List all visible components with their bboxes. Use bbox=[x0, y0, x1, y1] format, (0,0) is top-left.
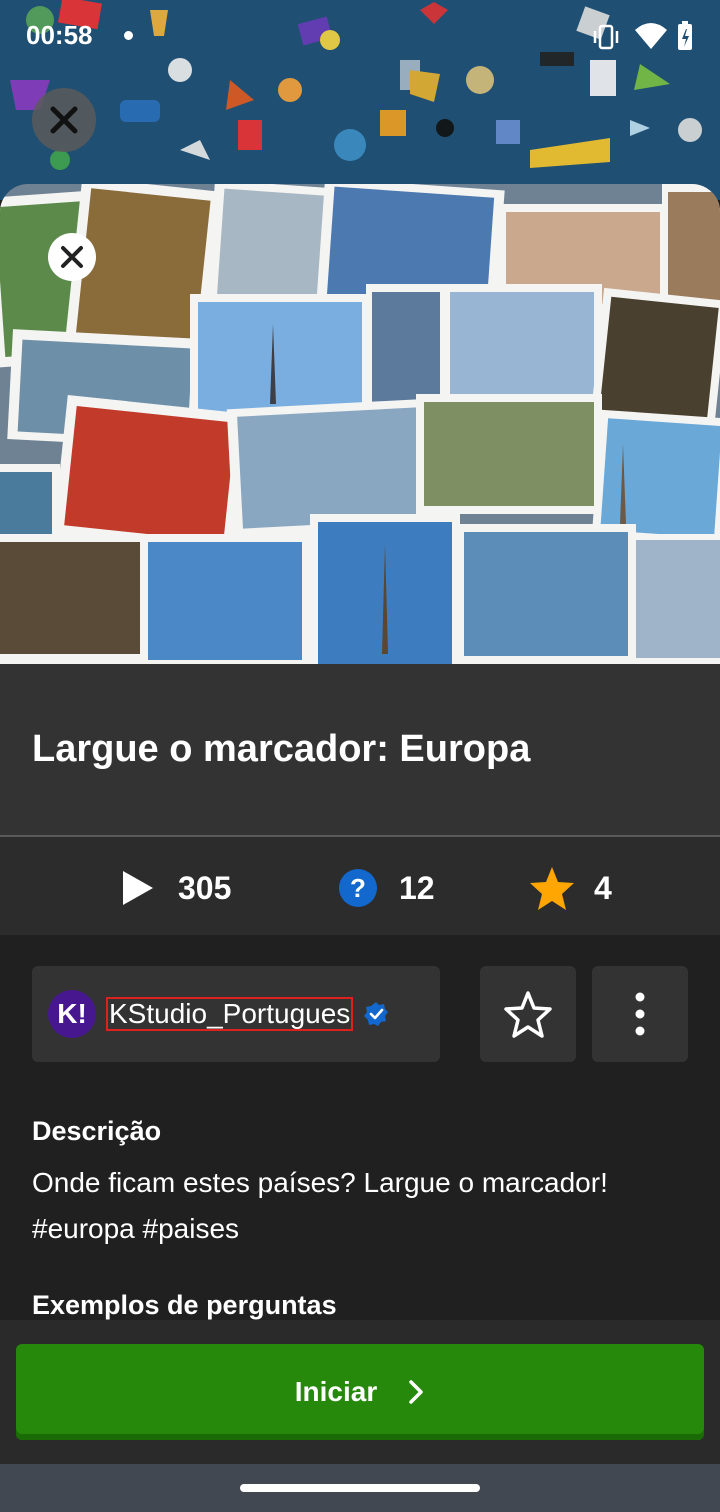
start-button[interactable]: Iniciar bbox=[16, 1344, 704, 1440]
vibrate-icon bbox=[593, 24, 619, 50]
plays-stat: 305 bbox=[120, 868, 231, 908]
plays-count: 305 bbox=[178, 869, 232, 906]
favorite-button[interactable] bbox=[480, 966, 576, 1062]
chevron-right-icon bbox=[409, 1380, 423, 1404]
wifi-icon bbox=[635, 23, 667, 49]
favorites-count: 4 bbox=[594, 869, 612, 906]
more-vertical-icon bbox=[635, 992, 645, 1036]
status-time: 00:58 bbox=[26, 20, 93, 50]
avatar: K! bbox=[48, 990, 96, 1038]
author-name: KStudio_Portugues bbox=[105, 997, 354, 1031]
paris-photo-collage bbox=[0, 184, 720, 664]
favorites-stat: 4 bbox=[528, 867, 612, 910]
battery-icon bbox=[678, 21, 692, 50]
close-button[interactable] bbox=[32, 88, 96, 152]
quiz-title: Largue o marcador: Europa bbox=[32, 728, 531, 770]
status-bar: 00:58 bbox=[0, 0, 720, 72]
home-gesture-handle[interactable] bbox=[240, 1484, 480, 1492]
more-options-button[interactable] bbox=[592, 966, 688, 1062]
star-outline-icon bbox=[504, 991, 552, 1038]
notification-dot-icon bbox=[124, 31, 133, 40]
close-icon bbox=[61, 246, 83, 268]
description-heading: Descrição bbox=[32, 1116, 162, 1146]
quiz-cover-image bbox=[0, 184, 720, 664]
hero-close-button[interactable] bbox=[48, 233, 96, 281]
questions-count: 12 bbox=[399, 869, 435, 906]
svg-text:?: ? bbox=[350, 873, 366, 903]
question-icon: ? bbox=[339, 869, 377, 907]
description-text: Onde ficam estes países? Largue o marcad… bbox=[32, 1167, 608, 1244]
star-icon bbox=[530, 867, 574, 910]
play-icon bbox=[123, 871, 153, 905]
author-chip[interactable]: K! KStudio_Portugues bbox=[32, 966, 440, 1062]
close-icon bbox=[50, 106, 78, 134]
start-label: Iniciar bbox=[294, 1376, 378, 1407]
verified-badge-icon bbox=[364, 1002, 389, 1026]
examples-heading: Exemplos de perguntas bbox=[32, 1290, 337, 1320]
questions-stat: ? 12 bbox=[338, 868, 435, 908]
